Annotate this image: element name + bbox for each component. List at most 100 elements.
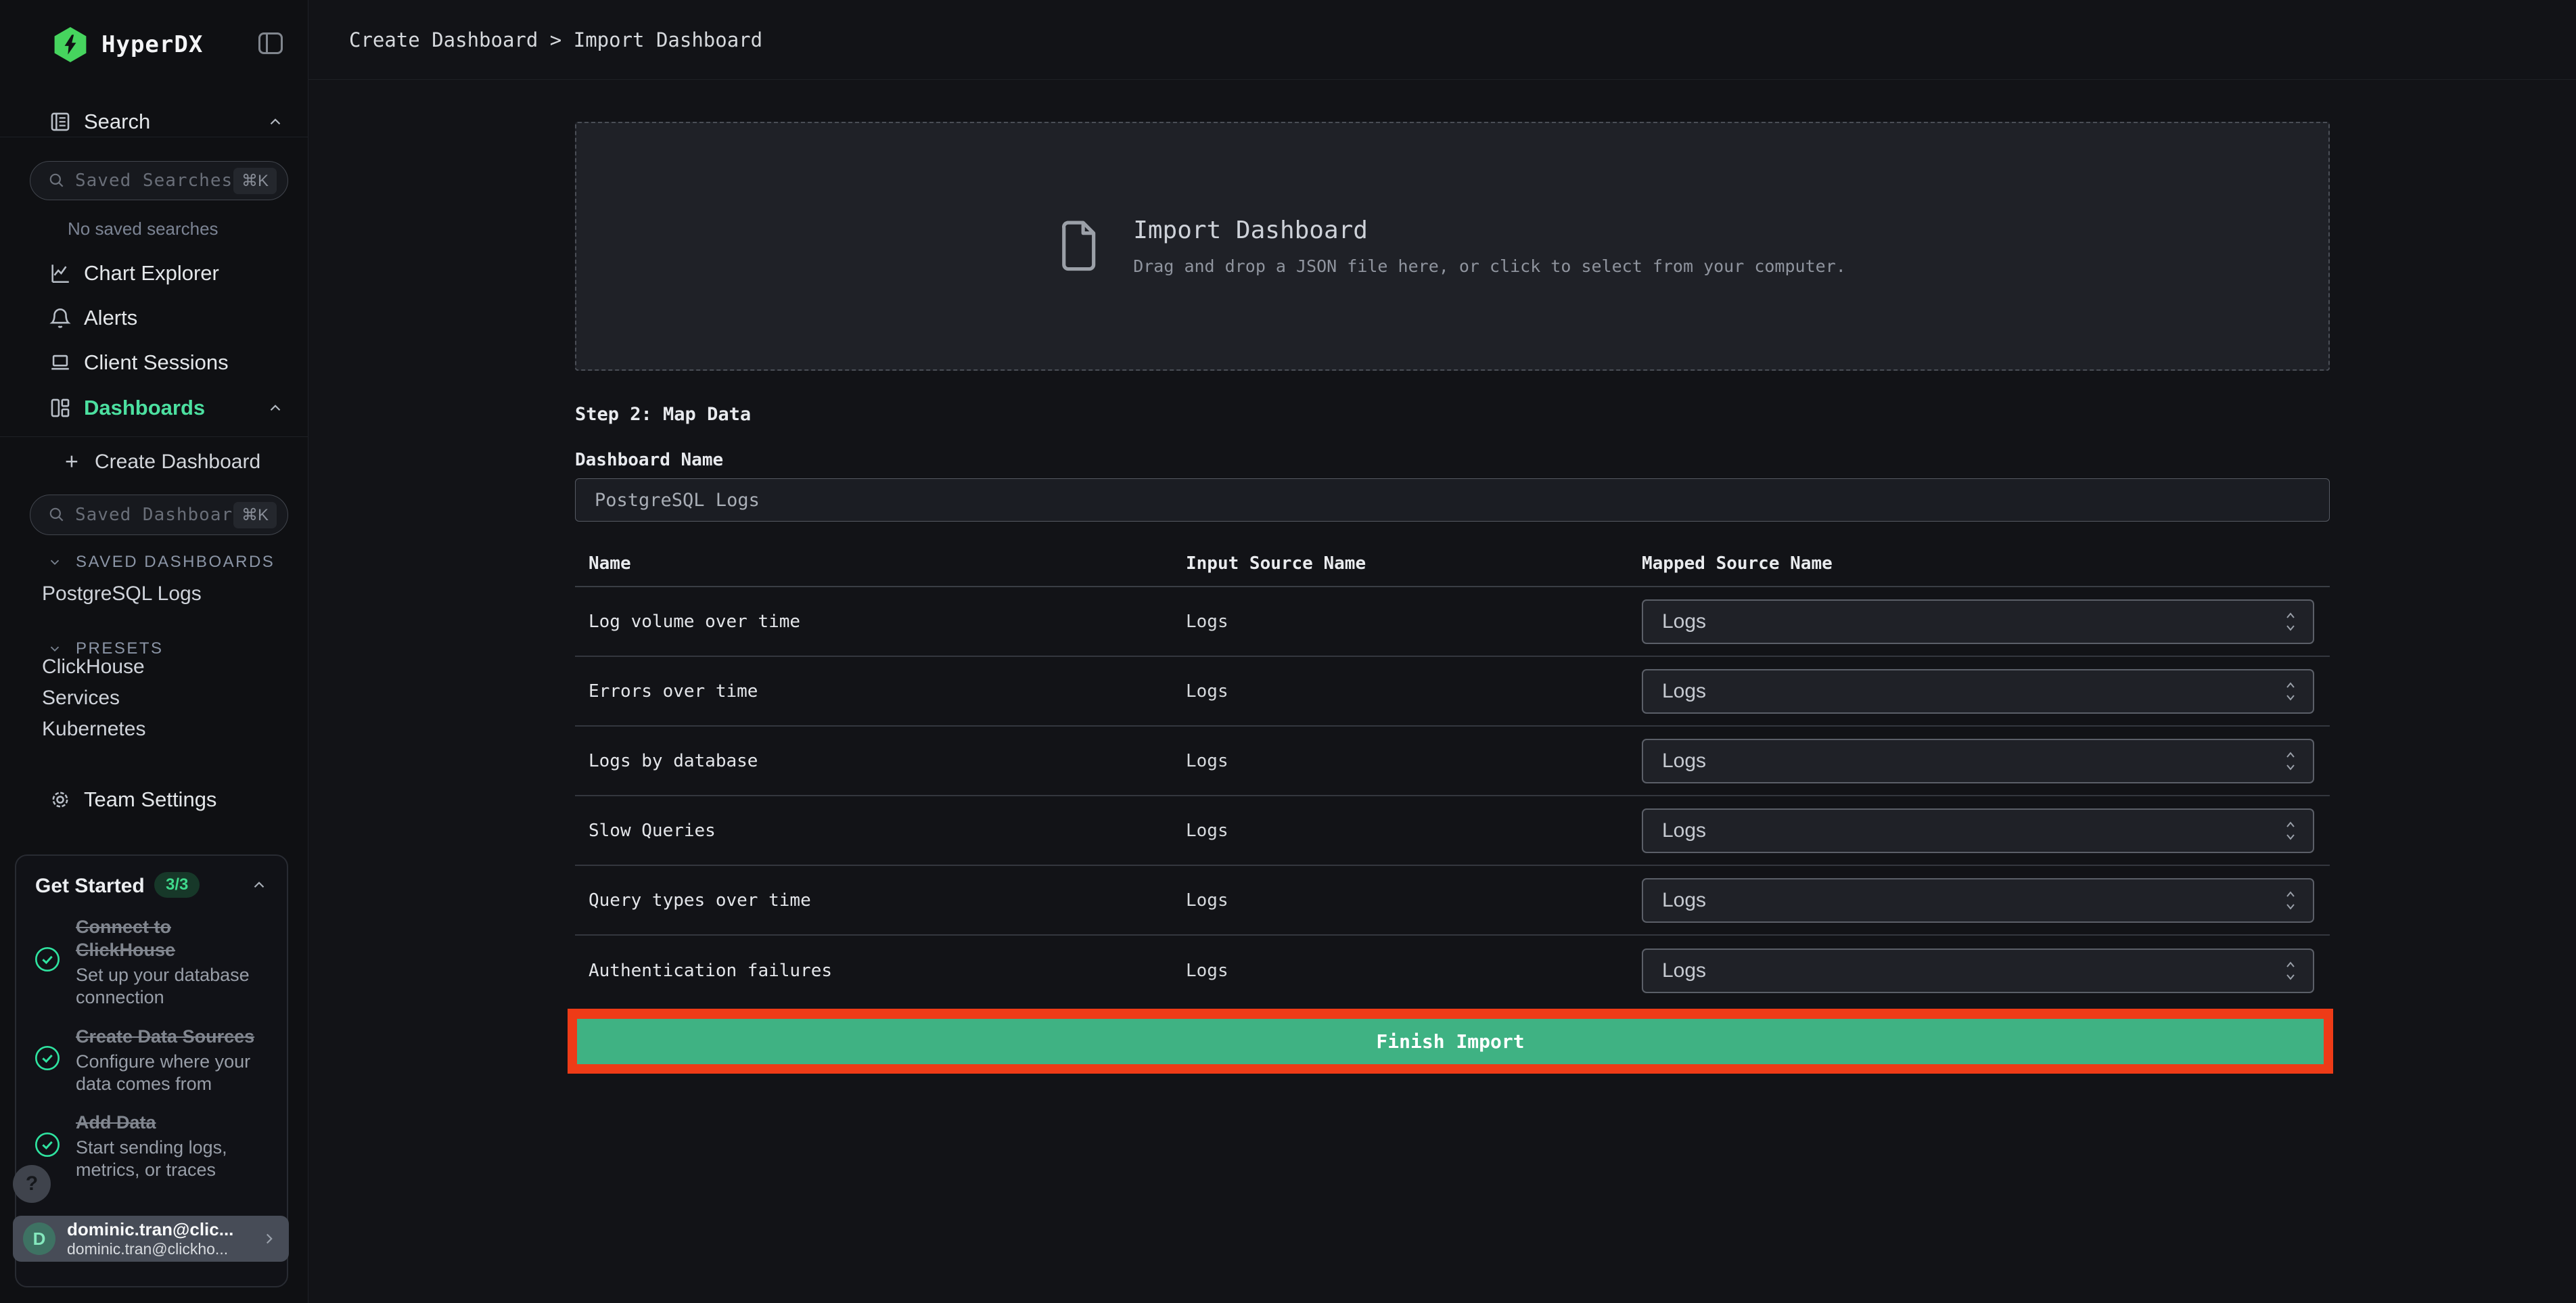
get-started-task[interactable]: Connect to ClickHouse Set up your databa… (76, 915, 267, 1009)
sidebar-item-alerts[interactable]: Alerts (0, 303, 308, 333)
selected-option: Logs (1662, 610, 1707, 633)
task-desc: Start sending logs, metrics, or traces (76, 1137, 227, 1180)
chevron-up-icon (270, 118, 281, 125)
chevron-up-icon[interactable] (250, 876, 268, 894)
dashboard-name-input[interactable]: PostgreSQL Logs (575, 478, 2330, 522)
sidebar-preset-clickhouse[interactable]: ClickHouse (42, 655, 145, 679)
chevron-down-icon (50, 559, 60, 566)
chevron-down-icon (50, 646, 60, 652)
selected-option: Logs (1662, 888, 1707, 911)
saved-searches-placeholder: Saved Searches (75, 170, 233, 191)
dropzone-title: Import Dashboard (1133, 216, 1368, 244)
selected-option: Logs (1662, 959, 1707, 982)
create-dashboard-button[interactable]: + Create Dashboard (0, 448, 308, 476)
sidebar-item-chart-explorer[interactable]: Chart Explorer (0, 258, 308, 288)
table-row: Log volume over time Logs Logs (575, 587, 2330, 657)
sidebar-preset-services[interactable]: Services (42, 686, 120, 710)
input-source-name: Logs (1186, 681, 1228, 702)
mapped-source-select[interactable]: Logs (1642, 668, 2314, 714)
selected-option: Logs (1662, 749, 1707, 772)
sidebar-item-label: Dashboards (84, 396, 206, 419)
sidebar-item-label: Chart Explorer (84, 261, 219, 285)
tile-name: Log volume over time (589, 611, 801, 632)
avatar: D (23, 1222, 55, 1255)
chevron-right-icon (266, 1233, 273, 1244)
table-row: Authentication failures Logs Logs (575, 936, 2330, 1005)
hyperdx-logo-icon (54, 27, 87, 62)
user-menu[interactable]: D dominic.tran@clic... dominic.tran@clic… (13, 1216, 289, 1262)
get-started-title: Get Started (35, 875, 145, 897)
task-title: Create Data Sources (76, 1026, 255, 1047)
get-started-progress-badge: 3/3 (154, 872, 200, 898)
input-source-name: Logs (1186, 750, 1228, 771)
app-title: HyperDX (101, 31, 204, 58)
mapped-source-select[interactable]: Logs (1642, 877, 2314, 923)
chevron-up-icon (270, 405, 281, 411)
sidebar-search-label: Search (84, 110, 151, 133)
tile-name: Authentication failures (589, 960, 833, 981)
top-bar: Create Dashboard > Import Dashboard (308, 0, 2576, 80)
sidebar-item-dashboards[interactable]: Dashboards (0, 393, 308, 423)
chart-line-icon (51, 265, 69, 283)
check-circle-icon (35, 1046, 60, 1070)
saved-dashboards-section-header[interactable]: SAVED DASHBOARDS (0, 551, 308, 574)
tile-name: Query types over time (589, 890, 811, 911)
sidebar-dashboard-postgresql-logs[interactable]: PostgreSQL Logs (42, 582, 202, 606)
user-name: dominic.tran@clic... (67, 1218, 234, 1239)
finish-import-button[interactable]: Finish Import (577, 1019, 2324, 1064)
table-row: Logs by database Logs Logs (575, 727, 2330, 796)
tile-name: Slow Queries (589, 820, 716, 841)
select-updown-icon (2286, 751, 2295, 771)
journal-icon (51, 112, 70, 131)
hyperdx-app: HyperDX Search Saved Searches ⌘K No save… (0, 0, 2576, 1303)
task-desc: Configure where your data comes from (76, 1051, 251, 1094)
column-header-input-source: Input Source Name (1186, 553, 1366, 574)
step-label: Step 2: Map Data (575, 404, 752, 425)
breadcrumb: Create Dashboard > Import Dashboard (349, 28, 763, 51)
shortcut-badge: ⌘K (233, 501, 277, 528)
no-saved-searches-text: No saved searches (68, 219, 218, 239)
mapped-source-select[interactable]: Logs (1642, 738, 2314, 783)
saved-searches-input[interactable]: Saved Searches ⌘K (30, 161, 288, 200)
sidebar: HyperDX Search Saved Searches ⌘K No save… (0, 0, 308, 1303)
input-source-name: Logs (1186, 611, 1228, 632)
table-row: Slow Queries Logs Logs (575, 796, 2330, 866)
saved-dashboards-placeholder: Saved Dashboards (75, 505, 233, 525)
help-button[interactable]: ? (13, 1165, 51, 1203)
app-logo[interactable]: HyperDX (53, 27, 203, 62)
select-updown-icon (2286, 681, 2295, 701)
dropzone-subtitle: Drag and drop a JSON file here, or click… (1133, 256, 1846, 276)
click-target-annotation: Finish Import (568, 1009, 2333, 1074)
check-circle-icon (35, 947, 60, 971)
bell-icon (49, 308, 71, 328)
sidebar-preset-kubernetes[interactable]: Kubernetes (42, 717, 145, 741)
sidebar-item-label: Client Sessions (84, 350, 229, 374)
column-header-mapped-source: Mapped Source Name (1642, 553, 1833, 574)
selected-option: Logs (1662, 679, 1707, 702)
select-updown-icon (2286, 821, 2295, 840)
sidebar-collapse-icon[interactable] (258, 32, 283, 54)
mapping-table-header: Name Input Source Name Mapped Source Nam… (575, 553, 2330, 586)
sidebar-item-client-sessions[interactable]: Client Sessions (0, 348, 308, 378)
shortcut-badge: ⌘K (233, 167, 277, 194)
dashboard-grid-icon (51, 398, 70, 417)
sidebar-item-team-settings[interactable]: Team Settings (0, 785, 308, 815)
mapped-source-select[interactable]: Logs (1642, 599, 2314, 644)
column-header-name: Name (589, 553, 631, 574)
search-icon (49, 173, 64, 187)
import-dropzone[interactable]: Import Dashboard Drag and drop a JSON fi… (575, 122, 2330, 371)
select-updown-icon (2286, 890, 2295, 910)
divider (0, 436, 308, 437)
task-title: Connect to ClickHouse (76, 917, 176, 960)
selected-option: Logs (1662, 819, 1707, 842)
task-desc: Set up your database connection (76, 965, 250, 1007)
get-started-task[interactable]: Create Data Sources Configure where your… (76, 1025, 267, 1095)
saved-dashboards-input[interactable]: Saved Dashboards ⌘K (30, 495, 288, 535)
sidebar-section-search[interactable]: Search (0, 107, 308, 137)
mapped-source-select[interactable]: Logs (1642, 948, 2314, 993)
sidebar-item-label: Alerts (84, 306, 138, 329)
mapped-source-select[interactable]: Logs (1642, 808, 2314, 853)
import-dashboard-page: Import Dashboard Drag and drop a JSON fi… (568, 80, 2333, 1303)
check-circle-icon (35, 1133, 60, 1157)
get-started-task[interactable]: Add Data Start sending logs, metrics, or… (76, 1111, 267, 1181)
